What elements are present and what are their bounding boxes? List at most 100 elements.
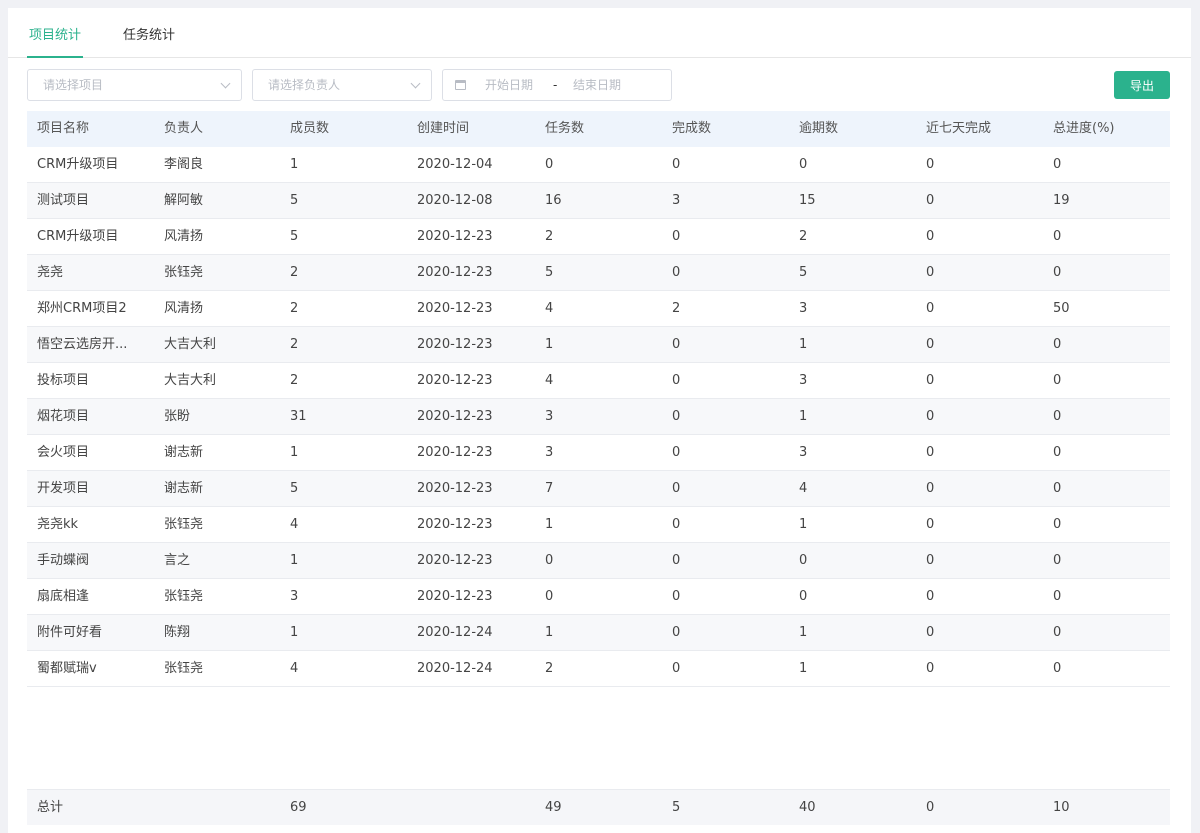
table-cell: 1 bbox=[799, 409, 808, 424]
table-cell: 0 bbox=[672, 553, 681, 568]
table-cell: 4 bbox=[290, 517, 299, 532]
table-cell: 1 bbox=[290, 157, 299, 172]
export-button[interactable]: 导出 bbox=[1114, 71, 1170, 99]
table-cell: 张钰尧 bbox=[164, 265, 204, 280]
total-cell: 69 bbox=[290, 800, 307, 815]
table-cell: 张钰尧 bbox=[164, 661, 204, 676]
table-cell: 0 bbox=[672, 265, 681, 280]
table-cell: 风清扬 bbox=[164, 301, 204, 316]
table-cell: 0 bbox=[926, 445, 935, 460]
table-cell: 烟花项目 bbox=[37, 409, 90, 424]
chevron-down-icon bbox=[220, 78, 231, 89]
table-row[interactable]: 尧尧kk 张钰尧 4 2020-12-23 1 0 1 0 0 bbox=[27, 507, 1170, 543]
table-cell: 0 bbox=[1053, 661, 1062, 676]
table-cell: 开发项目 bbox=[37, 481, 90, 496]
column-header: 任务数 bbox=[545, 121, 585, 136]
table-cell: 1 bbox=[290, 553, 299, 568]
tab-project-stats[interactable]: 项目统计 bbox=[27, 24, 84, 58]
table-cell: 张钰尧 bbox=[164, 517, 204, 532]
table-cell: 0 bbox=[672, 157, 681, 172]
table-cell: 2020-12-23 bbox=[417, 517, 493, 532]
table-cell: 谢志新 bbox=[164, 445, 204, 460]
table-cell: 19 bbox=[1053, 193, 1070, 208]
table-cell: 张盼 bbox=[164, 409, 191, 424]
table-cell: 0 bbox=[1053, 445, 1062, 460]
chevron-down-icon bbox=[410, 78, 421, 89]
column-header: 完成数 bbox=[672, 121, 712, 136]
table-cell: 会火项目 bbox=[37, 445, 90, 460]
total-cell: 49 bbox=[545, 800, 562, 815]
table-cell: 3 bbox=[799, 373, 808, 388]
table-row[interactable]: 蜀都赋瑞v 张钰尧 4 2020-12-24 2 0 1 0 0 bbox=[27, 651, 1170, 687]
project-select-placeholder: 请选择项目 bbox=[43, 78, 104, 92]
table-row[interactable]: 悟空云选房开... 大吉大利 2 2020-12-23 1 0 1 0 0 bbox=[27, 327, 1170, 363]
table-cell: 5 bbox=[290, 229, 299, 244]
table-cell: 2020-12-23 bbox=[417, 337, 493, 352]
table-cell: 2020-12-24 bbox=[417, 661, 493, 676]
table-cell: 0 bbox=[1053, 265, 1062, 280]
table-cell: 1 bbox=[799, 661, 808, 676]
start-date-input[interactable]: 开始日期 bbox=[485, 70, 533, 100]
table-cell: CRM升级项目 bbox=[37, 229, 119, 244]
end-date-input[interactable]: 结束日期 bbox=[573, 70, 621, 100]
table-cell: 2020-12-08 bbox=[417, 193, 493, 208]
table-cell: 谢志新 bbox=[164, 481, 204, 496]
table-cell: 2020-12-24 bbox=[417, 625, 493, 640]
table-cell: 0 bbox=[672, 625, 681, 640]
table-cell: 0 bbox=[926, 553, 935, 568]
table-cell: 0 bbox=[926, 409, 935, 424]
total-cell bbox=[154, 790, 280, 825]
table-row[interactable]: 会火项目 谢志新 1 2020-12-23 3 0 3 0 0 bbox=[27, 435, 1170, 471]
table-row[interactable]: 附件可好看 陈翔 1 2020-12-24 1 0 1 0 0 bbox=[27, 615, 1170, 651]
table-cell: 0 bbox=[926, 373, 935, 388]
total-cell: 总计 bbox=[37, 800, 64, 815]
table-cell: 3 bbox=[545, 409, 554, 424]
table-cell: 0 bbox=[545, 553, 554, 568]
table-cell: 0 bbox=[799, 589, 808, 604]
table-cell: 大吉大利 bbox=[164, 373, 217, 388]
tab-task-stats[interactable]: 任务统计 bbox=[123, 24, 175, 58]
table-cell: 0 bbox=[672, 445, 681, 460]
table-cell: 尧尧kk bbox=[37, 517, 79, 532]
table-cell: 0 bbox=[1053, 625, 1062, 640]
table-row[interactable]: 投标项目 大吉大利 2 2020-12-23 4 0 3 0 0 bbox=[27, 363, 1170, 399]
table-row[interactable]: 烟花项目 张盼 31 2020-12-23 3 0 1 0 0 bbox=[27, 399, 1170, 435]
table-cell: 0 bbox=[926, 265, 935, 280]
date-range-picker[interactable]: 开始日期 - 结束日期 bbox=[442, 69, 672, 101]
table-cell: 0 bbox=[926, 589, 935, 604]
owner-select[interactable]: 请选择负责人 bbox=[252, 69, 432, 101]
table-cell: 蜀都赋瑞v bbox=[37, 661, 97, 676]
table-cell: 0 bbox=[672, 661, 681, 676]
table-row[interactable]: CRM升级项目 风清扬 5 2020-12-23 2 0 2 0 0 bbox=[27, 219, 1170, 255]
table-cell: 1 bbox=[799, 625, 808, 640]
table-cell: 2020-12-04 bbox=[417, 157, 493, 172]
project-select[interactable]: 请选择项目 bbox=[27, 69, 242, 101]
table-row[interactable]: 郑州CRM项目2 风清扬 2 2020-12-23 4 2 3 0 50 bbox=[27, 291, 1170, 327]
table-cell: 0 bbox=[926, 625, 935, 640]
table-cell: 郑州CRM项目2 bbox=[37, 301, 127, 316]
table-cell: 3 bbox=[799, 301, 808, 316]
table-row[interactable]: 尧尧 张钰尧 2 2020-12-23 5 0 5 0 0 bbox=[27, 255, 1170, 291]
column-header: 项目名称 bbox=[37, 121, 90, 136]
table-row[interactable]: 手动蝶阀 言之 1 2020-12-23 0 0 0 0 0 bbox=[27, 543, 1170, 579]
table-row[interactable]: CRM升级项目 李阁良 1 2020-12-04 0 0 0 0 0 bbox=[27, 147, 1170, 183]
total-cell: 5 bbox=[672, 800, 681, 815]
table-row[interactable]: 测试项目 解阿敏 5 2020-12-08 16 3 15 0 19 bbox=[27, 183, 1170, 219]
table-cell: 0 bbox=[926, 301, 935, 316]
table-row[interactable]: 开发项目 谢志新 5 2020-12-23 7 0 4 0 0 bbox=[27, 471, 1170, 507]
table-cell: CRM升级项目 bbox=[37, 157, 119, 172]
table-cell: 张钰尧 bbox=[164, 589, 204, 604]
table-cell: 0 bbox=[926, 193, 935, 208]
table-cell: 解阿敏 bbox=[164, 193, 204, 208]
table-cell: 0 bbox=[1053, 553, 1062, 568]
table-cell: 0 bbox=[672, 337, 681, 352]
table-cell: 2 bbox=[545, 229, 554, 244]
table-row[interactable]: 扇底相逢 张钰尧 3 2020-12-23 0 0 0 0 0 bbox=[27, 579, 1170, 615]
table-cell: 2020-12-23 bbox=[417, 409, 493, 424]
table-cell: 0 bbox=[1053, 517, 1062, 532]
total-cell: 0 bbox=[926, 800, 935, 815]
table-cell: 悟空云选房开... bbox=[37, 337, 128, 352]
table-cell: 附件可好看 bbox=[37, 625, 103, 640]
table-cell: 投标项目 bbox=[37, 373, 90, 388]
table-cell: 0 bbox=[1053, 409, 1062, 424]
